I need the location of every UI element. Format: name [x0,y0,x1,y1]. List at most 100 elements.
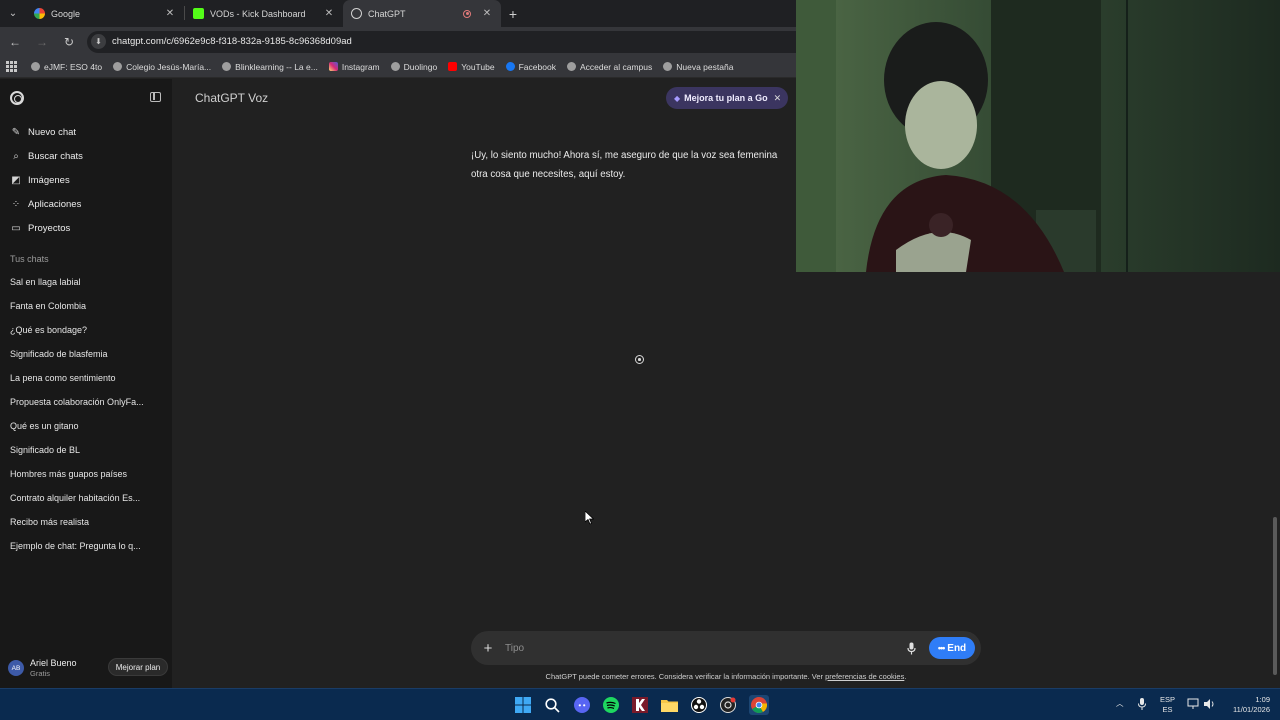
upgrade-plan-button[interactable]: Mejorar plan [108,658,168,676]
tab-title: ChatGPT [368,8,406,19]
chat-history-item[interactable]: ¿Qué es bondage? [10,325,150,335]
webcam-overlay [796,0,1280,272]
tab-kick-dashboard[interactable]: VODs - Kick Dashboard ✕ [185,0,343,27]
back-button[interactable]: ← [3,30,27,54]
sidebar-item-new-chat[interactable]: ✎ Nuevo chat [10,122,76,142]
user-profile[interactable]: AB Ariel Bueno Gratis Mejorar plan [8,655,168,681]
chat-history-item[interactable]: Significado de blasfemia [10,349,150,359]
kick-app-icon[interactable] [631,696,649,714]
bookmark-label: Facebook [518,61,556,72]
language-indicator[interactable]: ESP ES [1160,695,1175,715]
file-explorer-icon[interactable] [660,696,678,714]
show-hidden-icons-icon[interactable]: ︿ [1116,699,1124,709]
chat-history-item[interactable]: Ejemplo de chat: Pregunta lo q... [10,541,150,551]
avatar: AB [8,660,24,676]
obs-recording-icon[interactable] [719,696,737,714]
tab-close-icon[interactable]: ✕ [323,8,335,19]
assistant-message: ¡Uy, lo siento mucho! Ahora sí, me asegu… [471,147,801,184]
tab-close-icon[interactable]: ✕ [481,8,493,19]
bookmark-item[interactable]: Instagram [328,62,380,72]
spotify-icon[interactable] [602,696,620,714]
forward-button[interactable]: → [30,30,54,54]
reload-button[interactable]: ↻ [57,30,81,54]
bookmark-item[interactable]: Blinklearning -- La e... [222,62,318,72]
tab-close-icon[interactable]: ✕ [164,8,176,19]
sidebar-item-projects[interactable]: ▭ Proyectos [10,218,70,238]
sidebar-item-label: Aplicaciones [28,198,82,210]
facebook-icon [505,62,515,71]
message-input[interactable] [505,642,903,654]
sidebar-item-label: Buscar chats [28,150,83,162]
network-icon[interactable] [1187,698,1199,713]
webcam-feed-image [796,0,1280,272]
end-voice-button[interactable]: ••• End [929,637,975,659]
address-bar[interactable]: ⬇ chatgpt.com/c/6962e9c8-f318-832a-9185-… [87,30,817,53]
sidebar: ✎ Nuevo chat ⌕ Buscar chats ◩ Imágenes ⁘… [0,79,172,688]
page-title[interactable]: ChatGPT Voz [195,91,268,105]
chat-history-item[interactable]: Significado de BL [10,445,150,455]
recording-icon [463,9,471,18]
sidebar-item-label: Nuevo chat [28,126,77,138]
cookie-preferences-link[interactable]: preferencias de cookies [825,672,904,681]
folder-icon: ▭ [11,222,21,234]
sidebar-item-label: Imágenes [28,174,70,186]
chat-history-item[interactable]: Contrato alquiler habitación Es... [10,493,150,503]
images-icon: ◩ [11,174,21,186]
bookmark-item[interactable]: eJMF: ESO 4to [31,62,102,72]
chat-history-item[interactable]: Hombres más guapos países [10,469,150,479]
bookmark-label: Nueva pestaña [676,61,734,72]
apps-grid-icon[interactable] [6,60,18,73]
language-label: ESP [1160,695,1176,704]
chat-history-item[interactable]: Qué es un gitano [10,421,150,431]
sidebar-item-search-chats[interactable]: ⌕ Buscar chats [10,146,83,166]
clock-date: 11/01/2026 [1233,705,1270,714]
bookmark-item[interactable]: Duolingo [390,61,438,72]
clock-time: 1:09 [1255,695,1270,704]
disclaimer-end: . [904,672,907,681]
chat-history-item[interactable]: Recibo más realista [10,517,150,527]
microphone-icon[interactable] [903,640,919,656]
tab-title: VODs - Kick Dashboard [210,8,306,19]
scrollbar[interactable] [1273,517,1277,675]
sidebar-item-apps[interactable]: ⁘ Aplicaciones [10,194,82,214]
tab-google[interactable]: Google ✕ [26,0,184,27]
volume-icon[interactable] [1203,698,1215,713]
chatgpt-favicon-icon [351,8,362,19]
close-icon[interactable]: ✕ [774,93,782,104]
bookmark-item[interactable]: Nueva pestaña [663,62,733,72]
sidebar-item-images[interactable]: ◩ Imágenes [10,170,70,190]
bookmark-favicon-icon [31,62,40,71]
add-attachment-icon[interactable]: + [471,640,505,657]
discord-icon[interactable] [573,696,591,714]
bookmark-label: Duolingo [403,61,438,72]
globe-icon [113,62,123,71]
chrome-icon[interactable] [749,695,769,715]
chat-history-item[interactable]: Fanta en Colombia [10,301,150,311]
upgrade-promo-button[interactable]: ◆ Mejora tu plan a Go ✕ [666,87,788,109]
bookmark-item[interactable]: Facebook [505,61,556,72]
promo-label: Mejora tu plan a Go [684,93,768,103]
chat-history-item[interactable]: La pena como sentimiento [10,373,150,383]
chat-history-item[interactable]: Sal en llaga labial [10,277,150,287]
tab-search-chevron-icon[interactable]: ⌄ [0,0,26,27]
clock[interactable]: 1:09 11/01/2026 [1224,695,1270,715]
user-plan: Gratis [30,669,51,678]
search-icon[interactable] [543,696,561,714]
bookmark-item[interactable]: Acceder al campus [566,62,652,72]
sidebar-toggle-icon[interactable] [150,92,161,102]
obs-icon[interactable] [690,696,708,714]
bookmark-item[interactable]: YouTube [448,62,495,72]
microphone-tray-icon[interactable] [1138,698,1146,713]
url-text: chatgpt.com/c/6962e9c8-f318-832a-9185-8c… [112,36,352,47]
new-tab-button[interactable]: + [501,0,525,27]
site-info-icon[interactable]: ⬇ [91,34,106,49]
openai-logo-icon[interactable] [10,91,24,105]
kick-favicon-icon [193,8,204,19]
bookmark-item[interactable]: Colegio Jesús-María... [113,62,211,72]
tab-chatgpt[interactable]: ChatGPT ✕ [343,0,501,27]
chat-history-item[interactable]: Propuesta colaboración OnlyFa... [10,397,150,407]
windows-start-icon[interactable] [514,696,532,714]
globe-icon [390,62,400,71]
disclaimer: ChatGPT puede cometer errores. Considera… [471,672,981,681]
globe-icon [222,62,232,71]
